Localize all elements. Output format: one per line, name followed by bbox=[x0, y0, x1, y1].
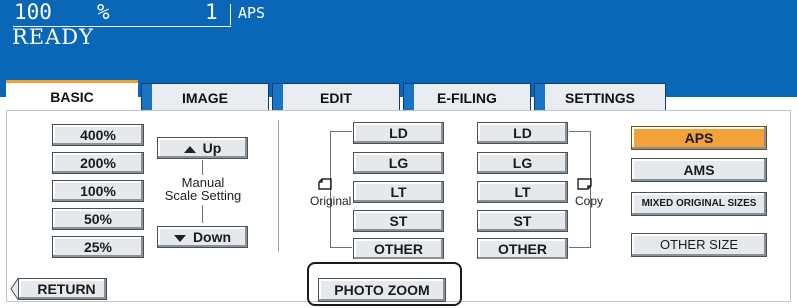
tab-image[interactable]: IMAGE bbox=[141, 83, 269, 111]
copy-size-lt-button[interactable]: LT bbox=[477, 181, 568, 203]
paper-mode-indicator: APS bbox=[238, 4, 266, 22]
tab-e-filing[interactable]: E-FILING bbox=[403, 83, 531, 111]
tab-label: E-FILING bbox=[431, 86, 503, 110]
scale-up-button[interactable]: Up bbox=[157, 137, 248, 159]
original-label: Original bbox=[310, 194, 352, 208]
scale-up-label: Up bbox=[202, 140, 222, 156]
scale-connector bbox=[202, 160, 203, 175]
tab-label: BASIC bbox=[44, 85, 100, 109]
tab-edge bbox=[535, 84, 545, 110]
copy-label: Copy bbox=[575, 194, 604, 208]
photo-zoom-button[interactable]: PHOTO ZOOM bbox=[318, 278, 446, 302]
copy-size-ld-button[interactable]: LD bbox=[477, 122, 568, 144]
original-size-lg-button[interactable]: LG bbox=[353, 152, 444, 174]
scale-connector bbox=[202, 205, 203, 223]
original-size-ld-button[interactable]: LD bbox=[353, 122, 444, 144]
tab-edge bbox=[404, 84, 414, 110]
header-separator bbox=[230, 4, 231, 25]
original-document-icon bbox=[318, 178, 332, 190]
scale-down-label: Down bbox=[192, 229, 232, 245]
scale-down-button[interactable]: Down bbox=[157, 226, 248, 248]
tab-basic[interactable]: BASIC bbox=[6, 80, 138, 110]
zoom-50-button[interactable]: 50% bbox=[52, 208, 144, 230]
copy-size-lg-button[interactable]: LG bbox=[477, 152, 568, 174]
manual-scale-line2: Scale Setting bbox=[164, 188, 242, 203]
machine-status: READY bbox=[12, 25, 95, 49]
return-button[interactable]: RETURN bbox=[18, 278, 107, 300]
mixed-original-sizes-button[interactable]: MIXED ORIGINAL SIZES bbox=[631, 192, 767, 216]
aps-button[interactable]: APS bbox=[631, 126, 767, 150]
original-size-st-button[interactable]: ST bbox=[353, 210, 444, 232]
tab-edge bbox=[142, 84, 152, 110]
panel-divider bbox=[278, 120, 279, 252]
original-size-other-button[interactable]: OTHER bbox=[353, 238, 444, 260]
zoom-ratio-value: 100 bbox=[14, 0, 52, 24]
copy-size-st-button[interactable]: ST bbox=[477, 210, 568, 232]
tab-label: EDIT bbox=[314, 86, 358, 110]
copy-size-other-button[interactable]: OTHER bbox=[477, 238, 568, 260]
copy-count: 1 bbox=[205, 0, 218, 24]
tab-label: SETTINGS bbox=[558, 86, 641, 110]
zoom-ratio-unit: % bbox=[97, 0, 110, 24]
original-size-lt-button[interactable]: LT bbox=[353, 181, 444, 203]
tab-label: IMAGE bbox=[176, 86, 234, 110]
zoom-100-button[interactable]: 100% bbox=[52, 180, 144, 202]
tab-settings[interactable]: SETTINGS bbox=[534, 83, 666, 111]
triangle-down-icon bbox=[173, 234, 186, 242]
zoom-200-button[interactable]: 200% bbox=[52, 152, 144, 174]
tab-edit[interactable]: EDIT bbox=[272, 83, 400, 111]
zoom-25-button[interactable]: 25% bbox=[52, 236, 144, 258]
original-bracket bbox=[330, 131, 352, 248]
other-size-button[interactable]: OTHER SIZE bbox=[631, 233, 767, 257]
ams-button[interactable]: AMS bbox=[631, 158, 767, 182]
manual-scale-label: Manual Scale Setting bbox=[152, 176, 254, 202]
copy-document-icon bbox=[577, 178, 592, 190]
copier-control-panel: 100 % 1 APS READY BASIC IMAGE EDIT E-FIL… bbox=[0, 0, 797, 308]
triangle-up-icon bbox=[183, 145, 196, 153]
zoom-400-button[interactable]: 400% bbox=[52, 124, 144, 146]
tab-edge bbox=[273, 84, 283, 110]
